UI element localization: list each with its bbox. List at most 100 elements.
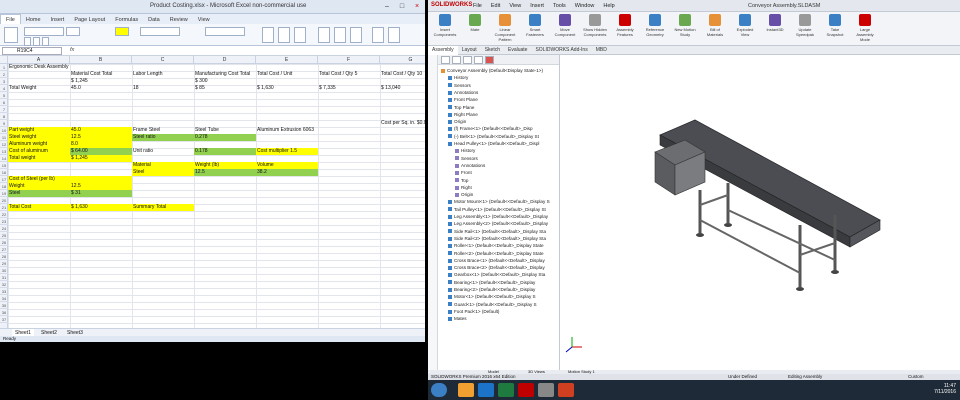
menu-window[interactable]: Window [575, 3, 595, 9]
row-header[interactable]: 6 [0, 99, 8, 106]
row-header[interactable]: 10 [0, 127, 8, 134]
maximize-icon[interactable]: □ [395, 2, 409, 11]
row-header[interactable]: 17 [0, 176, 8, 183]
row-header[interactable]: 4 [0, 85, 8, 92]
row-header[interactable]: 36 [0, 309, 8, 316]
row-header[interactable]: 12 [0, 141, 8, 148]
row-header[interactable]: 20 [0, 197, 8, 204]
row-header[interactable]: 2 [0, 71, 8, 78]
display-manager-icon[interactable] [485, 56, 494, 64]
sort-filter-icon[interactable] [372, 27, 384, 43]
tree-item[interactable]: History [455, 147, 475, 154]
format-table-icon[interactable] [278, 27, 290, 43]
cell[interactable]: $ 85 [194, 85, 256, 92]
command-button[interactable]: New Motion Study [672, 14, 698, 44]
cell[interactable]: Frame Steel [132, 127, 194, 134]
system-tray[interactable]: 11:47 7/11/2016 [934, 383, 956, 395]
tab-evaluate[interactable]: Evaluate [504, 46, 531, 55]
tree-item[interactable]: Side Rail<2> (Default<<Default>_Display … [448, 235, 546, 242]
row-header[interactable]: 37 [0, 316, 8, 323]
cell[interactable]: Steel [132, 169, 194, 176]
column-header[interactable]: F [318, 56, 380, 64]
tab-addins[interactable]: SOLIDWORKS Add-Ins [531, 46, 591, 55]
fx-icon[interactable]: fx [70, 47, 74, 53]
tree-item[interactable]: Bearing<1> (Default<<Default>_Display [448, 279, 535, 286]
row-header[interactable]: 3 [0, 78, 8, 85]
delete-cells-icon[interactable] [334, 27, 346, 43]
solidworks-taskbar-icon[interactable] [518, 383, 534, 397]
row-header[interactable]: 14 [0, 155, 8, 162]
tree-item[interactable]: Origin [448, 118, 466, 125]
cell[interactable]: 12.5 [194, 169, 256, 176]
row-header[interactable]: 29 [0, 260, 8, 267]
pdf-taskbar-icon[interactable] [558, 383, 574, 397]
cell[interactable]: 0.178 [194, 148, 256, 155]
row-header[interactable]: 25 [0, 232, 8, 239]
cell[interactable]: $ 31 [70, 190, 132, 197]
row-header[interactable]: 7 [0, 106, 8, 113]
find-select-icon[interactable] [388, 27, 400, 43]
cell[interactable]: Total Cost / Qty 10 [380, 71, 425, 78]
tree-item[interactable]: Front Plane [448, 96, 478, 103]
cell[interactable]: Weight [8, 183, 70, 190]
tree-item[interactable]: Right [455, 184, 472, 191]
column-header[interactable]: D [194, 56, 256, 64]
tree-item[interactable]: Foot Pad<1> (Default) [448, 308, 499, 315]
row-header[interactable]: 19 [0, 190, 8, 197]
feature-tree-icon[interactable] [441, 56, 450, 64]
cell[interactable]: $ 13,040 [380, 85, 425, 92]
tree-item[interactable]: Sensors [455, 155, 478, 162]
command-button[interactable]: Move Component [552, 14, 578, 44]
cell[interactable]: Steel Tube [194, 127, 256, 134]
underline-icon[interactable] [42, 37, 49, 46]
task-pane-strip[interactable] [428, 55, 438, 370]
cell[interactable]: Total Weight [8, 85, 70, 92]
number-format-select[interactable] [205, 27, 245, 36]
cell[interactable]: Aluminum Extrusion 6063 [256, 127, 318, 134]
menu-tools[interactable]: Tools [553, 3, 566, 9]
tree-item[interactable]: (-) Belt<1> (Default<<Default>_Display S… [448, 133, 539, 140]
row-header[interactable]: 8 [0, 113, 8, 120]
command-button[interactable]: Reference Geometry [642, 14, 668, 44]
tree-item[interactable]: Leg Assembly<2> (Default<<Default>_Displ… [448, 220, 548, 227]
tree-item[interactable]: Origin [455, 191, 473, 198]
italic-icon[interactable] [33, 37, 40, 46]
row-header[interactable]: 32 [0, 281, 8, 288]
command-button[interactable]: Take Snapshot [822, 14, 848, 44]
menu-file[interactable]: File [473, 3, 482, 9]
command-button[interactable]: Exploded View [732, 14, 758, 44]
menu-view[interactable]: View [509, 3, 521, 9]
configuration-manager-icon[interactable] [463, 56, 472, 64]
tree-item[interactable]: Sensors [448, 82, 471, 89]
tab-layout[interactable]: Layout [458, 46, 481, 55]
tab-assembly[interactable]: Assembly [428, 46, 458, 55]
cell[interactable]: Steel ratio [132, 134, 194, 141]
tree-item[interactable]: Guard<1> (Default<<Default>_Display S [448, 301, 537, 308]
tree-item[interactable]: Gearbox<1> (Default<<Default>_Display St… [448, 271, 545, 278]
cell[interactable]: $ 1,245 [70, 78, 132, 85]
paste-icon[interactable] [4, 27, 18, 43]
row-header[interactable]: 22 [0, 211, 8, 218]
cell[interactable]: Material [132, 162, 194, 169]
row-header[interactable]: 13 [0, 148, 8, 155]
cell[interactable]: Weight (lb) [194, 162, 256, 169]
row-header[interactable]: 30 [0, 267, 8, 274]
row-header[interactable]: 31 [0, 274, 8, 281]
row-header[interactable]: 28 [0, 253, 8, 260]
tree-item[interactable]: Annotations [455, 162, 485, 169]
column-header[interactable]: A [8, 56, 70, 64]
command-button[interactable]: Mate [462, 14, 488, 44]
tree-item[interactable]: Top [455, 177, 468, 184]
tree-item[interactable]: History [448, 74, 468, 81]
row-header[interactable]: 21 [0, 204, 8, 211]
row-header[interactable]: 35 [0, 302, 8, 309]
cell[interactable]: $ 1,245 [70, 155, 132, 162]
cell[interactable]: $ 1,630 [256, 85, 318, 92]
row-header[interactable]: 23 [0, 218, 8, 225]
cell[interactable]: Summary Total [132, 204, 194, 211]
tree-item[interactable]: Annotations [448, 89, 478, 96]
close-icon[interactable]: × [410, 2, 424, 11]
conditional-formatting-icon[interactable] [262, 27, 274, 43]
command-button[interactable]: Show Hidden Components [582, 14, 608, 44]
cell[interactable]: 0.278 [194, 134, 256, 141]
